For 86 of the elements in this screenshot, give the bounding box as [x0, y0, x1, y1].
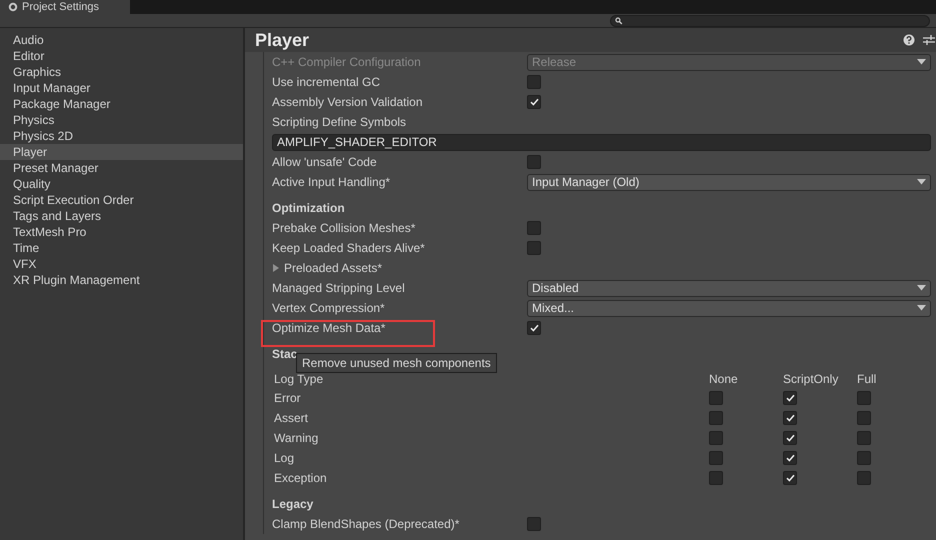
- checkbox[interactable]: [527, 241, 541, 255]
- define-symbols-field[interactable]: AMPLIFY_SHADER_EDITOR: [272, 134, 931, 150]
- checkbox[interactable]: [709, 471, 723, 485]
- checkbox[interactable]: [527, 321, 541, 335]
- dropdown[interactable]: Input Manager (Old): [527, 174, 931, 190]
- sidebar-item[interactable]: Script Execution Order: [0, 192, 243, 208]
- checkbox[interactable]: [527, 221, 541, 235]
- column-header: Full: [857, 371, 876, 388]
- panel-title: Player: [255, 28, 310, 52]
- sidebar-item[interactable]: Graphics: [0, 64, 243, 80]
- section-header: Stac: [272, 346, 298, 363]
- section-header: Legacy: [272, 496, 314, 513]
- sidebar-item[interactable]: Package Manager: [0, 96, 243, 112]
- checkbox[interactable]: [783, 451, 797, 465]
- dropdown[interactable]: Mixed...: [527, 300, 931, 316]
- field-label: Keep Loaded Shaders Alive*: [272, 240, 425, 257]
- checkbox[interactable]: [857, 431, 871, 445]
- search-field[interactable]: [610, 14, 930, 26]
- checkbox[interactable]: [709, 411, 723, 425]
- sliders-icon[interactable]: [923, 34, 935, 46]
- log-type-label: Assert: [274, 410, 310, 427]
- checkmark-icon: [786, 454, 794, 462]
- checkbox[interactable]: [709, 391, 723, 405]
- checkmark-icon: [786, 474, 794, 482]
- log-type-label: Error: [274, 390, 302, 407]
- field-label: Vertex Compression*: [272, 300, 385, 317]
- tooltip: Remove unused mesh components: [296, 353, 497, 373]
- checkmark-icon: [786, 414, 794, 422]
- checkbox[interactable]: [709, 431, 723, 445]
- checkbox[interactable]: [857, 471, 871, 485]
- field-label: Prebake Collision Meshes*: [272, 220, 416, 237]
- sidebar-item[interactable]: Player: [0, 144, 243, 160]
- field-label: C++ Compiler Configuration: [272, 54, 421, 71]
- caret-icon: [917, 179, 926, 185]
- checkbox[interactable]: [783, 411, 797, 425]
- sidebar-item[interactable]: Physics 2D: [0, 128, 243, 144]
- sidebar-item[interactable]: Input Manager: [0, 80, 243, 96]
- log-type-label: Exception: [274, 470, 328, 487]
- checkbox[interactable]: [857, 451, 871, 465]
- search-icon: [615, 16, 623, 24]
- column-header: ScriptOnly: [783, 371, 840, 388]
- checkbox[interactable]: [783, 431, 797, 445]
- field-label: Allow 'unsafe' Code: [272, 154, 377, 171]
- checkmark-icon: [530, 98, 538, 106]
- checkbox[interactable]: [783, 391, 797, 405]
- checkbox[interactable]: [783, 471, 797, 485]
- caret-icon: [917, 285, 926, 291]
- sidebar-item[interactable]: VFX: [0, 256, 243, 272]
- log-type-label: Log: [274, 450, 296, 467]
- sidebar-item[interactable]: XR Plugin Management: [0, 272, 243, 288]
- section-header: Optimization: [272, 200, 345, 217]
- sidebar-item[interactable]: Editor: [0, 48, 243, 64]
- field-label: Assembly Version Validation: [272, 94, 423, 111]
- checkbox[interactable]: [527, 155, 541, 169]
- checkbox[interactable]: [857, 411, 871, 425]
- checkbox[interactable]: [527, 517, 541, 531]
- sidebar-item[interactable]: Preset Manager: [0, 160, 243, 176]
- caret-icon: [917, 305, 926, 311]
- help-icon[interactable]: [903, 34, 915, 46]
- checkbox[interactable]: [527, 75, 541, 89]
- checkbox[interactable]: [527, 95, 541, 109]
- field-label: Optimize Mesh Data*: [272, 320, 386, 337]
- caret-icon: [917, 59, 926, 65]
- field-label: Active Input Handling*: [272, 174, 390, 191]
- column-header: Log Type: [274, 371, 324, 388]
- window-tab[interactable]: Project Settings: [0, 0, 130, 14]
- dropdown[interactable]: Disabled: [527, 280, 931, 296]
- sidebar-item[interactable]: Tags and Layers: [0, 208, 243, 224]
- checkmark-icon: [786, 434, 794, 442]
- log-type-label: Warning: [274, 430, 320, 447]
- column-header: None: [709, 371, 739, 388]
- foldout-triangle-icon[interactable]: [272, 264, 280, 272]
- sidebar-item[interactable]: Audio: [0, 32, 243, 48]
- sidebar-item[interactable]: Quality: [0, 176, 243, 192]
- sidebar-item[interactable]: Physics: [0, 112, 243, 128]
- field-label: Clamp BlendShapes (Deprecated)*: [272, 516, 460, 533]
- sidebar-item[interactable]: TextMesh Pro: [0, 224, 243, 240]
- field-label: Scripting Define Symbols: [272, 114, 406, 131]
- checkbox[interactable]: [709, 451, 723, 465]
- field-label: Use incremental GC: [272, 74, 380, 91]
- field-label: Managed Stripping Level: [272, 280, 405, 297]
- checkmark-icon: [786, 394, 794, 402]
- sidebar-item[interactable]: Time: [0, 240, 243, 256]
- field-label: Preloaded Assets*: [284, 260, 382, 277]
- checkbox[interactable]: [857, 391, 871, 405]
- checkmark-icon: [530, 324, 538, 332]
